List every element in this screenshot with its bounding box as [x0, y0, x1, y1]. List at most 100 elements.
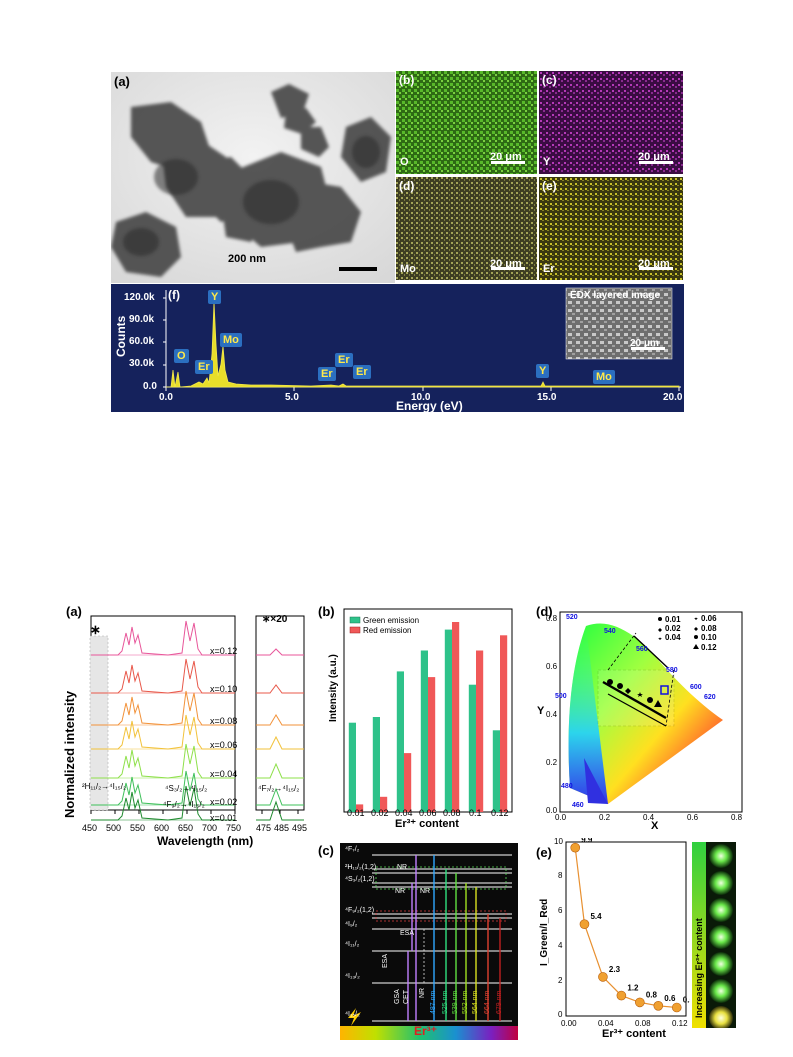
panel-a-xtick-1: 500 — [106, 823, 122, 833]
panel-b-xlabel: Er³⁺ content — [395, 818, 459, 830]
panel-d-xtick-3: 0.6 — [687, 813, 699, 822]
edx-ytick-4: 0.0 — [143, 381, 157, 392]
wavelength-1: 525 nm — [442, 990, 449, 1014]
panel-a-xtick-2: 550 — [130, 823, 146, 833]
panel-d-ylabel: Y — [537, 705, 545, 717]
inset-curve-0 — [256, 648, 304, 656]
panel-a-star: ∗ — [90, 622, 101, 637]
panel-a-xtick-5: 700 — [202, 823, 218, 833]
bar-green-0 — [348, 722, 356, 812]
ratio-label-0: 9.9 — [581, 838, 593, 845]
panel-d-ytick-1: 0.2 — [546, 758, 558, 767]
panel-e-label: (e) — [536, 845, 552, 860]
edx-ytick-0: 120.0k — [124, 292, 155, 303]
bar-red-5 — [476, 650, 484, 812]
panel-a-xtick-4: 650 — [178, 823, 194, 833]
panel-e-xtick-0: 0.00 — [561, 1019, 577, 1028]
cie-580: 580 — [666, 667, 678, 674]
panel-e-ylabel: I_Green/I_Red — [539, 898, 550, 966]
inset-curve-2 — [256, 714, 304, 726]
edx-inset-scalebar: 20 μm — [630, 338, 659, 349]
ratio-label-4: 0.8 — [646, 990, 658, 999]
panel-a-label: (a) — [66, 604, 82, 619]
map-o-scalebar-label: 20 μm — [490, 151, 522, 163]
panel-e-xtick-2: 0.08 — [635, 1019, 651, 1028]
edx-xtick-1: 5.0 — [285, 392, 299, 403]
ratio-point-1 — [579, 919, 590, 929]
bar-red-2 — [404, 753, 412, 812]
panel-a-inset-title: ∗×20 — [262, 614, 288, 625]
map-y-element-label: Y — [543, 156, 551, 168]
ratio-point-2 — [598, 972, 608, 982]
map-mo-scalebar-label: 20 μm — [490, 258, 522, 270]
panel-b-chart — [343, 608, 513, 813]
edx-ylabel: Counts — [114, 315, 128, 357]
panel-e-ytick-3: 6 — [558, 906, 563, 915]
process-nr-2: NR — [395, 888, 406, 895]
panel-a-ann-2: ⁴S₃/₂→⁴I₁₅/₂ — [165, 784, 208, 793]
panel-e-xlabel: Er³⁺ content — [602, 1028, 666, 1040]
level-4: ⁴I₉/₂ — [345, 921, 358, 928]
panel-e-chart: 9.9 5.4 2.3 1.2 0.8 0.6 0.5 — [565, 838, 690, 1017]
map-mo-panel-label: (d) — [399, 179, 415, 193]
level-5: ⁴I₁₁/₂ — [345, 941, 360, 948]
level-6: ⁴I₁₃/₂ — [345, 973, 360, 980]
edx-xtick-4: 20.0 — [663, 392, 683, 403]
wavelength-6: 679 nm — [496, 990, 503, 1014]
cie-legend-2: 0.04 — [665, 633, 681, 642]
panel-d-ytick-4: 0.8 — [546, 614, 558, 623]
cie-540: 540 — [604, 628, 616, 635]
panel-b-ylabel: Intensity (a.u.) — [328, 654, 339, 722]
emission-strip-label: Increasing Er³⁺ content — [694, 918, 704, 1018]
process-esa-2: ESA — [382, 953, 389, 968]
ratio-point-5 — [653, 1001, 664, 1011]
wavelength-0: 487 nm — [430, 990, 437, 1014]
process-nr-3: NR — [420, 888, 431, 895]
level-3: ⁴F₉/₂(1,2) — [345, 907, 375, 914]
map-y-scalebar-label: 20 μm — [638, 151, 670, 163]
edx-xtick-3: 15.0 — [537, 392, 557, 403]
series-label-3: x=0.06 — [210, 740, 238, 750]
map-mo-element-label: Mo — [400, 263, 416, 275]
edx-tag-er-1: Er — [195, 360, 213, 374]
process-gsa: GSA — [394, 989, 401, 1004]
edx-xtick-2: 10.0 — [411, 392, 431, 403]
wavelength-3: 552 nm — [462, 990, 469, 1014]
map-er-element-label: Er — [543, 263, 555, 275]
inset-curve-4 — [256, 762, 304, 779]
panel-e-ytick-0: 0 — [558, 1010, 563, 1019]
process-nr-1: NR — [397, 864, 408, 871]
ratio-label-6: 0.5 — [683, 996, 690, 1005]
series-label-4: x=0.04 — [210, 769, 238, 779]
series-label-5: x=0.02 — [210, 797, 238, 807]
cie-legend-5: 0.10 — [701, 633, 717, 642]
panel-a-inset-xtick-2: 495 — [292, 823, 308, 833]
bar-green-2 — [396, 671, 404, 812]
edx-ytick-1: 90.0k — [129, 314, 155, 325]
edx-ytick-3: 30.0k — [129, 358, 155, 369]
panel-a-ann-4: ⁴F₇/₂→⁴I₁₅/₂ — [258, 784, 300, 793]
cie-460: 460 — [572, 802, 584, 809]
panel-b-xtick-5: 0.1 — [469, 808, 482, 818]
panel-b-label: (b) — [318, 604, 335, 619]
bar-red-4 — [452, 622, 460, 812]
edx-inset-title: EDX layered image — [570, 290, 661, 301]
inset-curve-3 — [256, 735, 304, 750]
panel-d-ytick-2: 0.4 — [546, 710, 558, 719]
ratio-line — [574, 847, 677, 1009]
ratio-point-6 — [671, 1002, 682, 1013]
tem-panel-label: (a) — [114, 74, 130, 89]
ratio-label-2: 2.3 — [609, 965, 621, 974]
ratio-label-5: 0.6 — [664, 994, 676, 1003]
panel-b-xtick-0: 0.01 — [347, 808, 365, 818]
panel-e-xtick-1: 0.04 — [598, 1019, 614, 1028]
edx-xtick-0: 0.0 — [159, 392, 173, 403]
tem-scalebar-label: 200 nm — [228, 253, 266, 265]
ratio-label-3: 1.2 — [627, 984, 639, 993]
bar-red-3 — [428, 677, 436, 812]
process-esa-1: ESA — [400, 930, 415, 937]
panel-b-xtick-4: 0.08 — [443, 808, 461, 818]
cie-560: 560 — [636, 646, 648, 653]
cie-500: 500 — [555, 693, 567, 700]
bar-red-6 — [500, 635, 508, 812]
